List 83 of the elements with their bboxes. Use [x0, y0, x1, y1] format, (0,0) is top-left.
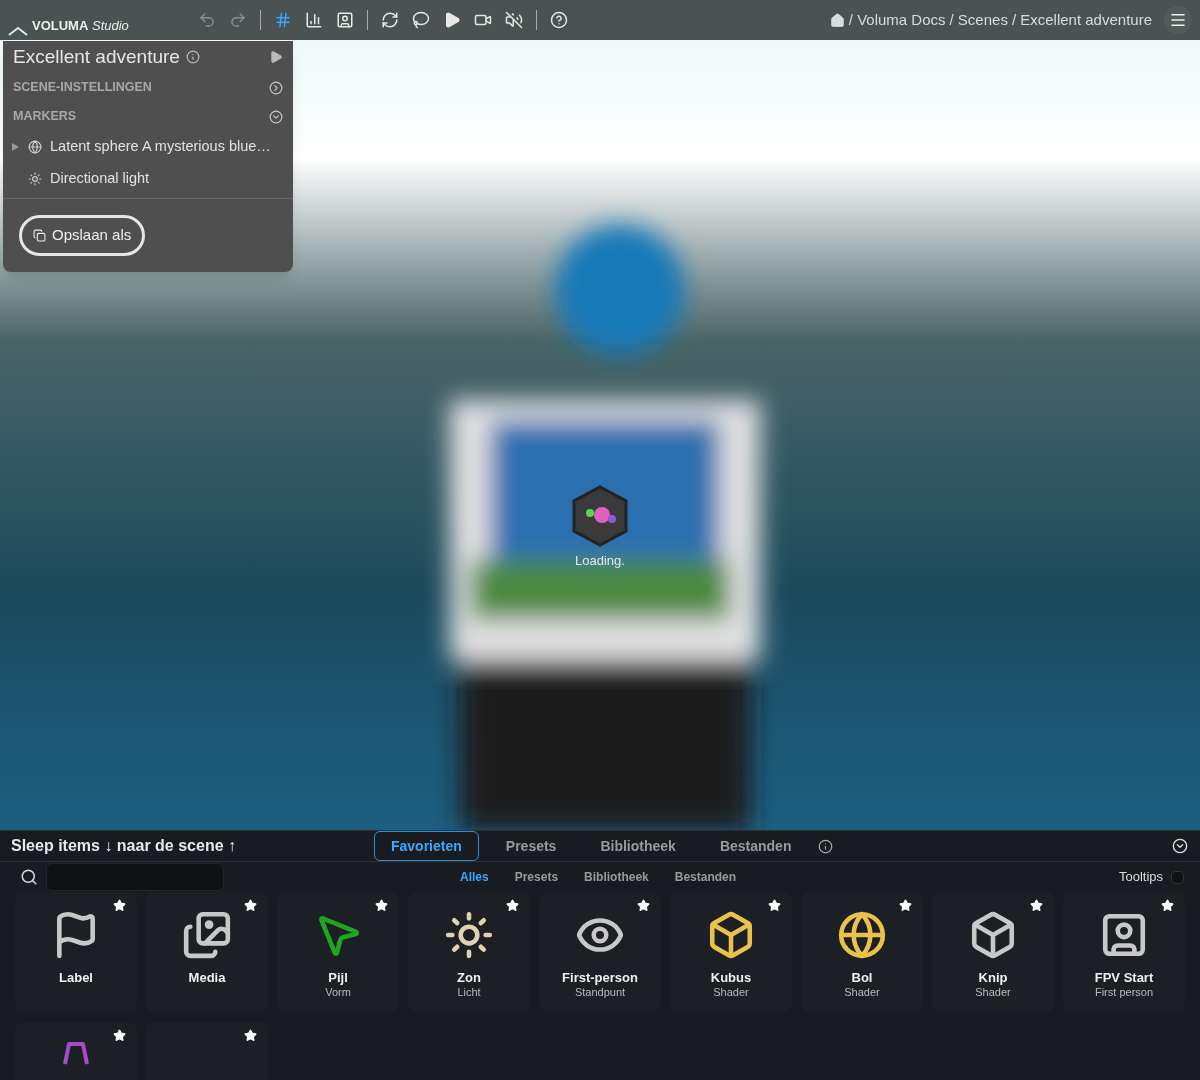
- star-icon[interactable]: [768, 899, 781, 913]
- item-category: Standpunt: [574, 986, 626, 999]
- lasso-icon[interactable]: [412, 11, 430, 29]
- tab[interactable]: Bestanden: [702, 831, 809, 861]
- logo-icon: [8, 25, 28, 36]
- filter-tab[interactable]: Alles: [460, 868, 489, 887]
- item-card[interactable]: FPV Start First person: [1063, 892, 1185, 1013]
- breadcrumb-link[interactable]: / Excellent adventure: [1011, 8, 1152, 32]
- marker-item[interactable]: Directional light: [3, 163, 293, 195]
- star-icon[interactable]: [1161, 899, 1174, 913]
- item-card[interactable]: Knip Shader: [932, 892, 1054, 1013]
- item-name: Media: [188, 970, 226, 987]
- item-category: First person: [1094, 986, 1154, 999]
- chevron-down-icon: [269, 109, 283, 124]
- item-category: Licht: [457, 986, 481, 999]
- item-card[interactable]: Kubus Shader: [670, 892, 792, 1013]
- collapse-panel-icon[interactable]: [269, 50, 283, 64]
- globe-icon: [28, 140, 42, 154]
- item-name: Kubus: [710, 970, 752, 987]
- loading-text: Loading.: [575, 552, 625, 570]
- star-icon[interactable]: [637, 899, 650, 913]
- drawer-heading: Sleep items ↓ naar de scene ↑: [11, 836, 237, 856]
- bar-chart-icon[interactable]: [305, 11, 323, 29]
- panel-title: Excellent adventure: [13, 44, 180, 69]
- logo-text: VOLUMA Studio: [32, 17, 129, 36]
- star-icon[interactable]: [506, 899, 519, 913]
- item-name: First-person: [562, 970, 638, 987]
- tooltips-label: Tooltips: [1118, 868, 1163, 887]
- item-name: Label: [59, 970, 93, 987]
- expand-triangle-icon[interactable]: [12, 143, 19, 151]
- item-name: FPV Start: [1094, 970, 1154, 987]
- item-category: Vorm: [325, 986, 351, 999]
- item-card[interactable]: Pijl Vorm: [277, 892, 399, 1013]
- sun-icon: [28, 172, 42, 186]
- filter-tab[interactable]: Presets: [514, 868, 559, 887]
- breadcrumb-link[interactable]: / Scenes: [949, 8, 1008, 32]
- item-category: Shader: [844, 986, 880, 999]
- marker-item[interactable]: Latent sphere A mysterious blue…: [3, 131, 293, 163]
- item-card[interactable]: First-person Standpunt: [539, 892, 661, 1013]
- star-icon[interactable]: [244, 899, 257, 913]
- loading-icon: [572, 485, 628, 547]
- grid-icon[interactable]: [274, 11, 292, 29]
- item-category: Shader: [975, 986, 1011, 999]
- item-card[interactable]: Label: [15, 892, 137, 1013]
- item-name: Zon: [457, 970, 481, 987]
- item-name: Knip: [978, 970, 1008, 987]
- star-icon[interactable]: [1030, 899, 1043, 913]
- info-icon[interactable]: [185, 50, 200, 64]
- star-icon[interactable]: [899, 899, 912, 913]
- filter-tab[interactable]: Bibliotheek: [584, 868, 649, 887]
- refresh-icon[interactable]: [381, 11, 399, 29]
- save-as-button[interactable]: Opslaan als: [19, 215, 146, 256]
- info-icon[interactable]: [818, 838, 834, 854]
- item-card[interactable]: Bol Shader: [801, 892, 923, 1013]
- star-icon[interactable]: [375, 899, 388, 913]
- star-icon[interactable]: [244, 1029, 257, 1043]
- tab[interactable]: Favorieten: [374, 831, 479, 861]
- item-card[interactable]: Media: [146, 892, 268, 1013]
- sound-off-icon[interactable]: [505, 11, 523, 29]
- search-field[interactable]: [46, 863, 224, 892]
- tab[interactable]: Presets: [488, 831, 574, 861]
- play-icon[interactable]: [443, 11, 461, 29]
- star-icon[interactable]: [113, 1029, 126, 1043]
- user-icon[interactable]: [336, 11, 354, 29]
- item-name: Pijl: [328, 970, 348, 987]
- item-card[interactable]: Zon Licht: [408, 892, 530, 1013]
- tab[interactable]: Bibliotheek: [583, 831, 693, 861]
- filter-tab[interactable]: Bestanden: [674, 868, 737, 887]
- item-category: Shader: [713, 986, 749, 999]
- copy-icon: [33, 229, 46, 242]
- section-header[interactable]: SCENE-INSTELLINGEN: [3, 73, 293, 102]
- breadcrumb-link[interactable]: / Voluma Docs: [848, 8, 946, 32]
- chevron-right-icon: [269, 80, 283, 95]
- home-icon[interactable]: [829, 12, 845, 28]
- menu-button[interactable]: [1164, 6, 1192, 34]
- item-name: Bol: [851, 970, 873, 987]
- search-icon: [20, 868, 38, 887]
- section-header[interactable]: MARKERS: [3, 102, 293, 131]
- star-icon[interactable]: [113, 899, 126, 913]
- collapse-drawer-icon[interactable]: [1172, 838, 1188, 854]
- help-icon[interactable]: [550, 11, 568, 29]
- tooltips-checkbox[interactable]: [1171, 870, 1184, 884]
- menu-icon: [1169, 11, 1187, 29]
